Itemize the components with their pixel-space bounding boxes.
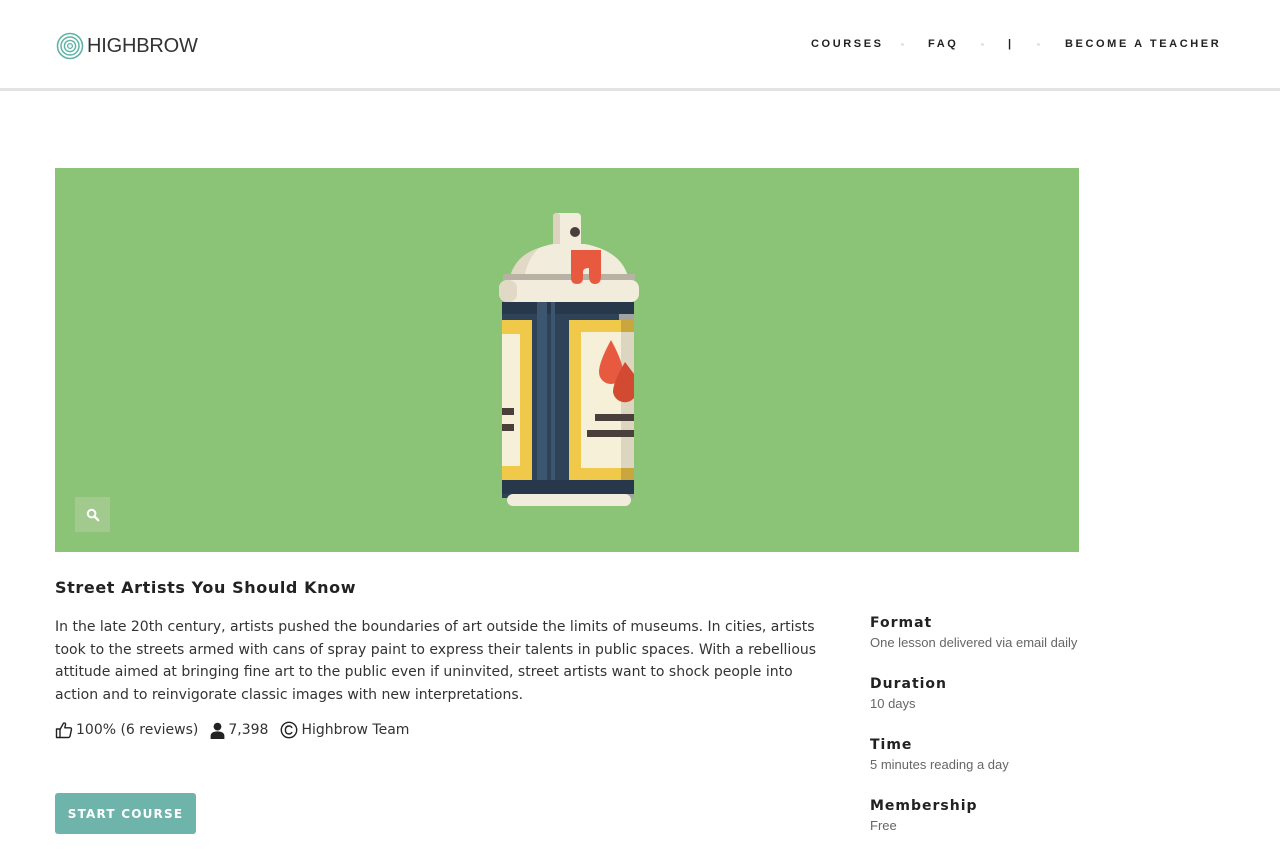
main-nav: COURSES FAQ | BECOME A TEACHER [0, 37, 1280, 51]
nav-divider: | [1008, 38, 1014, 50]
detail-membership: Membership Free [870, 795, 1200, 835]
detail-value: 5 minutes reading a day [870, 757, 1009, 772]
copyright-icon [281, 721, 298, 739]
nav-separator-dot [1037, 43, 1040, 46]
detail-label: Time [870, 737, 913, 753]
detail-label: Format [870, 615, 933, 631]
detail-label: Duration [870, 676, 948, 692]
nav-separator-dot [981, 43, 984, 46]
nav-courses[interactable]: COURSES [811, 37, 884, 51]
start-course-button[interactable]: START COURSE [55, 793, 196, 834]
author: Highbrow Team [280, 721, 409, 739]
zoom-button[interactable] [75, 497, 110, 532]
detail-duration: Duration 10 days [870, 673, 1200, 713]
detail-value: Free [870, 818, 897, 833]
course-title: Street Artists You Should Know [55, 578, 357, 597]
nav-separator-dot [901, 43, 904, 46]
site-header: HIGHBROW COURSES FAQ | BECOME A TEACHER [0, 0, 1280, 91]
thumbs-up-icon [55, 722, 73, 739]
spray-can-illustration [499, 213, 639, 506]
detail-value: 10 days [870, 696, 916, 711]
students-text: 7,398 [228, 722, 269, 738]
detail-label: Membership [870, 798, 978, 814]
nav-become-teacher[interactable]: BECOME A TEACHER [1065, 37, 1221, 51]
rating-text: 100% (6 reviews) [76, 722, 199, 738]
author-text: Highbrow Team [301, 722, 410, 738]
search-icon [86, 508, 99, 521]
detail-format: Format One lesson delivered via email da… [870, 612, 1200, 652]
nav-faq[interactable]: FAQ [928, 37, 958, 51]
user-icon [210, 722, 225, 739]
detail-value: One lesson delivered via email daily [870, 635, 1078, 650]
course-hero-image [55, 168, 1079, 552]
detail-time: Time 5 minutes reading a day [870, 734, 1200, 774]
rating: 100% (6 reviews) [55, 721, 198, 739]
course-description: In the late 20th century, artists pushed… [55, 619, 817, 703]
student-count: 7,398 [210, 722, 268, 739]
course-meta: 100% (6 reviews) 7,398 Highbrow Team [55, 719, 409, 741]
